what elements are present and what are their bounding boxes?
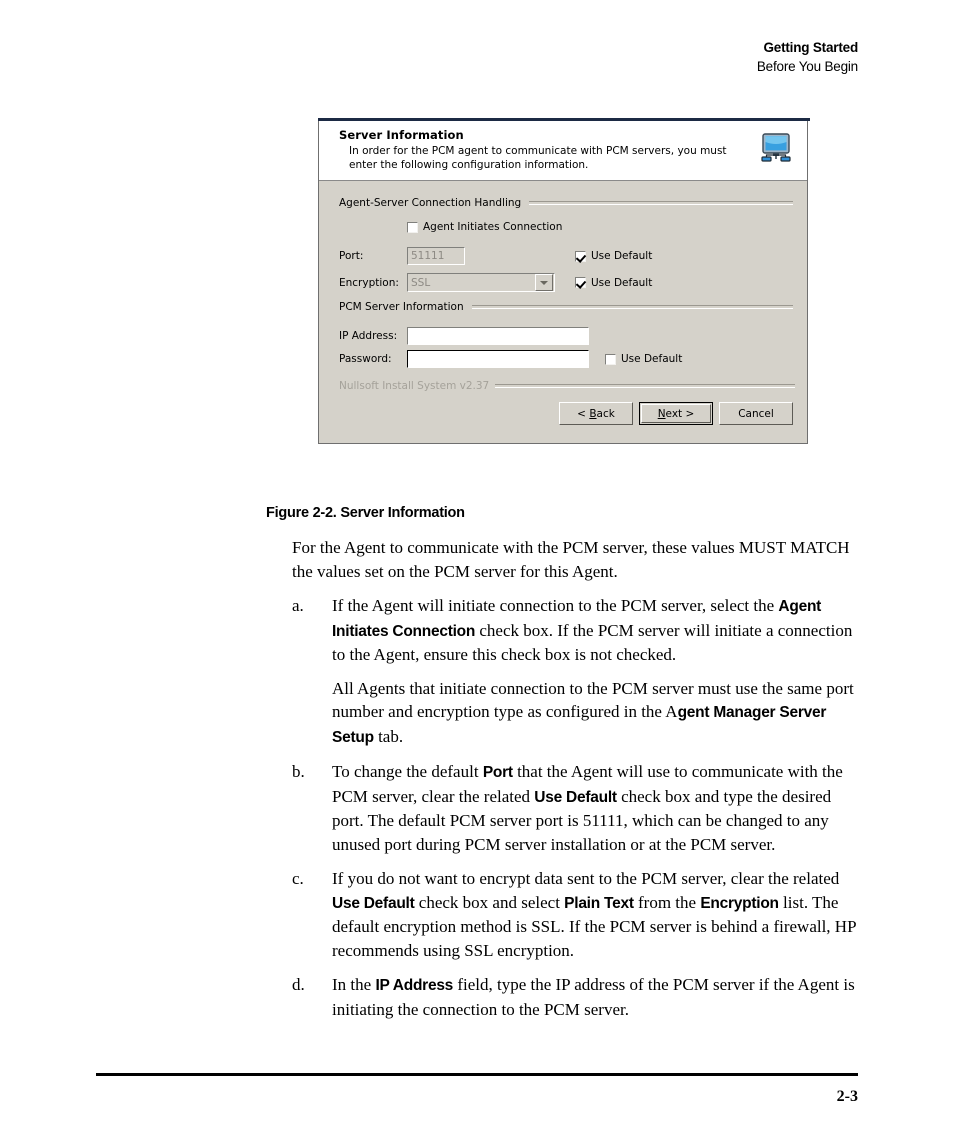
port-use-default-checkbox[interactable]: Use Default — [575, 250, 652, 262]
password-use-default-label: Use Default — [621, 353, 683, 365]
password-input[interactable] — [407, 350, 589, 368]
password-use-default-checkbox[interactable]: Use Default — [605, 353, 682, 365]
checkbox-box[interactable] — [605, 353, 616, 365]
footer-rule — [96, 1073, 858, 1076]
group-divider — [529, 201, 793, 205]
group-divider — [471, 305, 793, 309]
text-run: To change the default — [332, 762, 483, 781]
emphasis-term: Plain Text — [564, 894, 634, 912]
checkbox-box[interactable] — [575, 277, 586, 288]
back-button-label: < Back — [577, 407, 615, 420]
list-item: c. If you do not want to encrypt data sen… — [292, 867, 858, 962]
port-label: Port: — [339, 250, 364, 262]
port-use-default-label: Use Default — [591, 250, 653, 262]
text-run: If you do not want to encrypt data sent … — [332, 869, 840, 888]
lettered-list: a. If the Agent will initiate connection … — [292, 594, 858, 1021]
footer-divider — [495, 384, 795, 388]
checkbox-box[interactable] — [575, 250, 586, 262]
dialog-header: Server Information In order for the PCM … — [319, 121, 807, 181]
checkbox-box[interactable] — [407, 221, 418, 233]
list-item-paragraph: If the Agent will initiate connection to… — [332, 594, 858, 667]
agent-initiates-connection-label: Agent Initiates Connection — [423, 221, 563, 233]
network-monitor-icon — [759, 130, 793, 164]
ip-address-label: IP Address: — [339, 330, 398, 342]
figure-caption: Figure 2-2. Server Information — [266, 505, 465, 521]
encryption-use-default-label: Use Default — [591, 276, 653, 289]
encryption-use-default-checkbox[interactable]: Use Default — [575, 277, 652, 289]
page-number: 2-3 — [836, 1088, 858, 1105]
encryption-value: SSL — [411, 276, 431, 289]
list-item-paragraph: If you do not want to encrypt data sent … — [332, 867, 858, 962]
list-item-paragraph: In the IP Address field, type the IP add… — [332, 973, 858, 1021]
list-item-marker: c. — [292, 869, 304, 888]
password-label: Password: — [339, 353, 392, 365]
emphasis-term: Encryption — [700, 894, 779, 912]
emphasis-term: Port — [482, 764, 513, 781]
emphasis-term: IP Address — [375, 977, 454, 994]
chevron-down-icon[interactable] — [535, 274, 553, 291]
text-run: check box and select — [414, 892, 565, 912]
encryption-label: Encryption: — [339, 276, 399, 289]
text-run: In the — [332, 975, 376, 994]
list-item-paragraph: All Agents that initiate connection to t… — [332, 677, 858, 750]
cancel-button-label: Cancel — [738, 407, 774, 420]
encryption-dropdown[interactable]: SSL — [407, 273, 555, 292]
list-item: d. In the IP Address field, type the IP a… — [292, 973, 858, 1021]
body-content: For the Agent to communicate with the PC… — [292, 536, 858, 1032]
list-item-marker: a. — [292, 596, 304, 615]
page-header: Getting Started Before You Begin — [757, 38, 858, 76]
text-run: If the Agent will initiate connection to… — [332, 596, 779, 615]
text-run: from the — [633, 892, 701, 912]
list-item-marker: b. — [292, 762, 305, 781]
header-title: Getting Started — [763, 40, 858, 55]
agent-initiates-connection-checkbox[interactable]: Agent Initiates Connection — [407, 221, 562, 233]
emphasis-term: Use Default — [332, 894, 415, 912]
header-subtitle: Before You Begin — [756, 59, 858, 74]
installer-brand-label: Nullsoft Install System v2.37 — [339, 380, 490, 392]
ip-address-input[interactable] — [407, 327, 589, 345]
group-server-information-label: PCM Server Information — [339, 301, 464, 313]
group-connection-handling: Agent-Server Connection Handling — [319, 197, 807, 209]
list-item-paragraph: To change the default Port that the Agen… — [332, 760, 858, 856]
dialog-description: In order for the PCM agent to communicat… — [349, 145, 727, 171]
back-button[interactable]: < Back — [559, 402, 633, 425]
installer-dialog: Server Information In order for the PCM … — [318, 121, 808, 444]
next-button[interactable]: Next > — [639, 402, 713, 425]
dialog-title: Server Information — [339, 128, 464, 142]
list-item: a. If the Agent will initiate connection … — [292, 594, 858, 749]
next-button-label: Next > — [657, 407, 695, 420]
text-run: tab. — [373, 726, 404, 746]
dialog-footer: Nullsoft Install System v2.37 < Back Nex… — [319, 380, 807, 437]
group-connection-handling-label: Agent-Server Connection Handling — [339, 197, 522, 209]
dialog-body: Agent-Server Connection Handling Agent I… — [319, 181, 807, 443]
emphasis-term: Use Default — [534, 788, 617, 806]
figure-server-information: Server Information In order for the PCM … — [318, 118, 810, 444]
port-input[interactable]: 51111 — [407, 247, 465, 265]
cancel-button[interactable]: Cancel — [719, 402, 793, 425]
list-item: b. To change the default Port that the Ag… — [292, 760, 858, 856]
list-item-marker: d. — [292, 975, 305, 994]
intro-paragraph: For the Agent to communicate with the PC… — [292, 538, 850, 581]
